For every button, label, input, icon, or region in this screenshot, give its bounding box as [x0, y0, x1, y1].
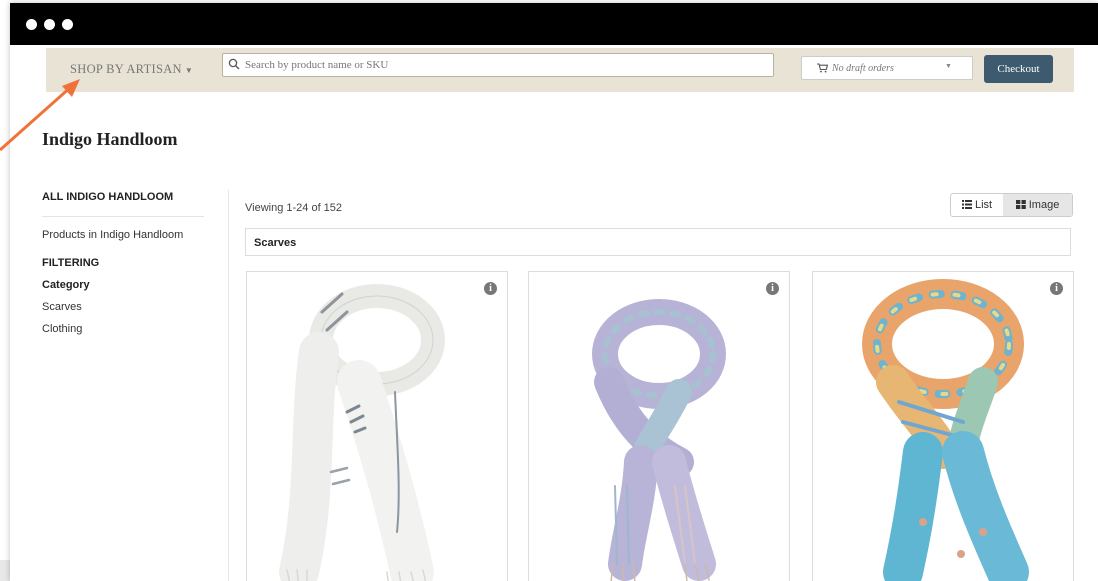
cart-icon [817, 63, 828, 73]
results-count: Viewing 1-24 of 152 [245, 202, 343, 214]
search-placeholder: Search by product name or SKU [245, 59, 389, 71]
filtering-heading: FILTERING [42, 257, 100, 269]
sidebar: ALL INDIGO HANDLOOM Products in Indigo H… [42, 191, 204, 335]
window-minimize-dot[interactable] [44, 19, 55, 30]
list-view-label: List [974, 199, 993, 211]
top-navbar: SHOP BY ARTISAN ▼ Search by product name … [46, 48, 1074, 92]
multicolor-scarf-image [862, 279, 1029, 581]
caret-down-icon: ▼ [945, 63, 952, 70]
sidebar-products-link[interactable]: Products in Indigo Handloom [42, 229, 204, 241]
product-card[interactable]: i [246, 271, 508, 581]
shop-by-artisan-dropdown[interactable]: SHOP BY ARTISAN ▼ [70, 62, 193, 77]
image-view-label: Image [1028, 199, 1060, 211]
product-card[interactable]: i [812, 271, 1074, 581]
shop-by-label: SHOP BY ARTISAN [70, 62, 182, 76]
sidebar-separator [228, 190, 229, 581]
window-titlebar [10, 3, 1098, 45]
lavender-scarf-image [592, 299, 726, 581]
search-input[interactable]: Search by product name or SKU [222, 53, 774, 77]
white-scarf-image [279, 284, 445, 581]
sidebar-divider [42, 216, 204, 217]
draft-orders-label: No draft orders [832, 63, 894, 74]
category-header-label: Scarves [254, 237, 297, 249]
category-header: Scarves [245, 228, 1071, 256]
category-clothing-link[interactable]: Clothing [42, 323, 204, 335]
browser-window: SHOP BY ARTISAN ▼ Search by product name … [10, 3, 1098, 581]
product-card[interactable]: i [528, 271, 790, 581]
view-toggle: List Image [950, 193, 1073, 217]
image-view-button[interactable]: Image [1003, 194, 1072, 216]
list-view-button[interactable]: List [951, 194, 1004, 216]
window-close-dot[interactable] [26, 19, 37, 30]
grid-icon [1015, 200, 1026, 209]
list-icon [961, 200, 972, 209]
checkout-button[interactable]: Checkout [984, 55, 1053, 83]
caret-down-icon: ▼ [184, 66, 194, 75]
sidebar-heading[interactable]: ALL INDIGO HANDLOOM [42, 191, 204, 203]
category-scarves-link[interactable]: Scarves [42, 301, 204, 313]
category-heading: Category [42, 279, 90, 291]
page-title: Indigo Handloom [42, 129, 178, 149]
search-icon [228, 58, 240, 70]
window-maximize-dot[interactable] [62, 19, 73, 30]
draft-orders-select[interactable]: No draft orders ▼ [801, 56, 973, 80]
